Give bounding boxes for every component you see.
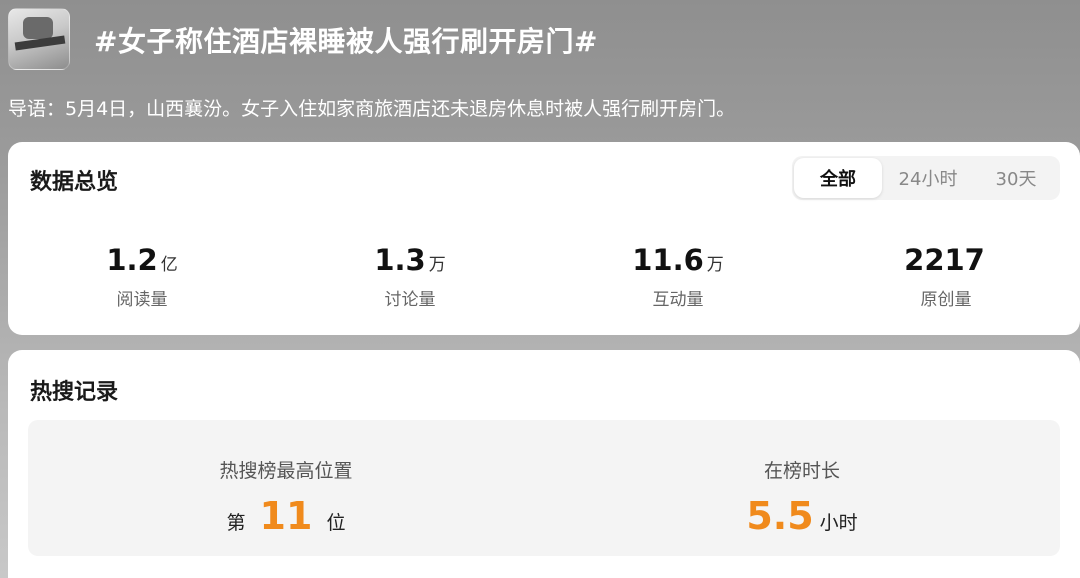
- tab-24h[interactable]: 24小时: [884, 156, 972, 200]
- highest-position-block: 热搜榜最高位置 第 11 位: [28, 420, 544, 556]
- topic-intro: 导语：5月4日，山西襄汾。女子入住如家商旅酒店还未退房休息时被人强行刷开房门。: [8, 98, 736, 120]
- topic-page: #女子称住酒店裸睡被人强行刷开房门# 导语：5月4日，山西襄汾。女子入住如家商旅…: [0, 0, 1080, 578]
- hot-search-title: 热搜记录: [30, 380, 119, 405]
- stat-interactions-value-row: 11.6 万: [544, 242, 812, 283]
- topic-title: #女子称住酒店裸睡被人强行刷开房门#: [94, 25, 598, 58]
- duration-value: 5.5: [746, 494, 814, 538]
- tab-all[interactable]: 全部: [794, 158, 882, 198]
- stat-reads-value-row: 1.2 亿: [8, 242, 276, 283]
- topic-thumbnail[interactable]: [8, 8, 70, 70]
- stat-originals-value: 2217: [904, 243, 985, 277]
- stat-discussions: 1.3 万 讨论量: [276, 242, 544, 310]
- hot-search-card: 热搜记录 热搜榜最高位置 第 11 位 在榜时长 5.5 小时: [8, 350, 1080, 578]
- stat-discussions-label: 讨论量: [384, 290, 436, 310]
- stat-interactions-label: 互动量: [652, 290, 704, 310]
- duration-label: 在榜时长: [763, 460, 840, 482]
- stat-reads-value: 1.2: [106, 243, 158, 277]
- highest-position-prefix: 第: [226, 512, 246, 534]
- stat-discussions-value: 1.3: [374, 243, 426, 277]
- stat-interactions: 11.6 万 互动量: [544, 242, 812, 310]
- topic-header: #女子称住酒店裸睡被人强行刷开房门#: [8, 8, 1080, 72]
- stat-reads: 1.2 亿 阅读量: [8, 242, 276, 310]
- stat-originals: 2217 原创量: [812, 242, 1080, 310]
- hot-search-record-box: 热搜榜最高位置 第 11 位 在榜时长 5.5 小时: [28, 420, 1060, 556]
- tab-30d[interactable]: 30天: [972, 156, 1060, 200]
- thumbnail-figure: [23, 17, 53, 39]
- stat-interactions-unit: 万: [706, 255, 724, 275]
- stat-discussions-value-row: 1.3 万: [276, 242, 544, 283]
- stat-originals-value-row: 2217: [812, 242, 1080, 283]
- highest-position-value-row: 第 11 位: [28, 495, 544, 537]
- data-overview-card: 数据总览 全部 24小时 30天 1.2 亿 阅读量 1.3 万 讨论量 11.6 万…: [8, 142, 1080, 335]
- stat-originals-label: 原创量: [920, 290, 972, 310]
- stat-reads-unit: 亿: [160, 255, 178, 275]
- duration-suffix: 小时: [819, 512, 858, 534]
- duration-value-row: 5.5 小时: [544, 495, 1060, 537]
- time-range-tabs: 全部 24小时 30天: [792, 156, 1060, 200]
- highest-position-suffix: 位: [326, 512, 346, 534]
- stat-reads-label: 阅读量: [116, 290, 168, 310]
- data-overview-title: 数据总览: [30, 170, 119, 195]
- stats-row: 1.2 亿 阅读量 1.3 万 讨论量 11.6 万 互动量 2217 原创量: [8, 242, 1080, 310]
- stat-interactions-value: 11.6: [632, 243, 704, 277]
- duration-block: 在榜时长 5.5 小时: [544, 420, 1060, 556]
- stat-discussions-unit: 万: [428, 255, 446, 275]
- highest-position-value: 11: [259, 494, 313, 538]
- highest-position-label: 热搜榜最高位置: [219, 460, 353, 482]
